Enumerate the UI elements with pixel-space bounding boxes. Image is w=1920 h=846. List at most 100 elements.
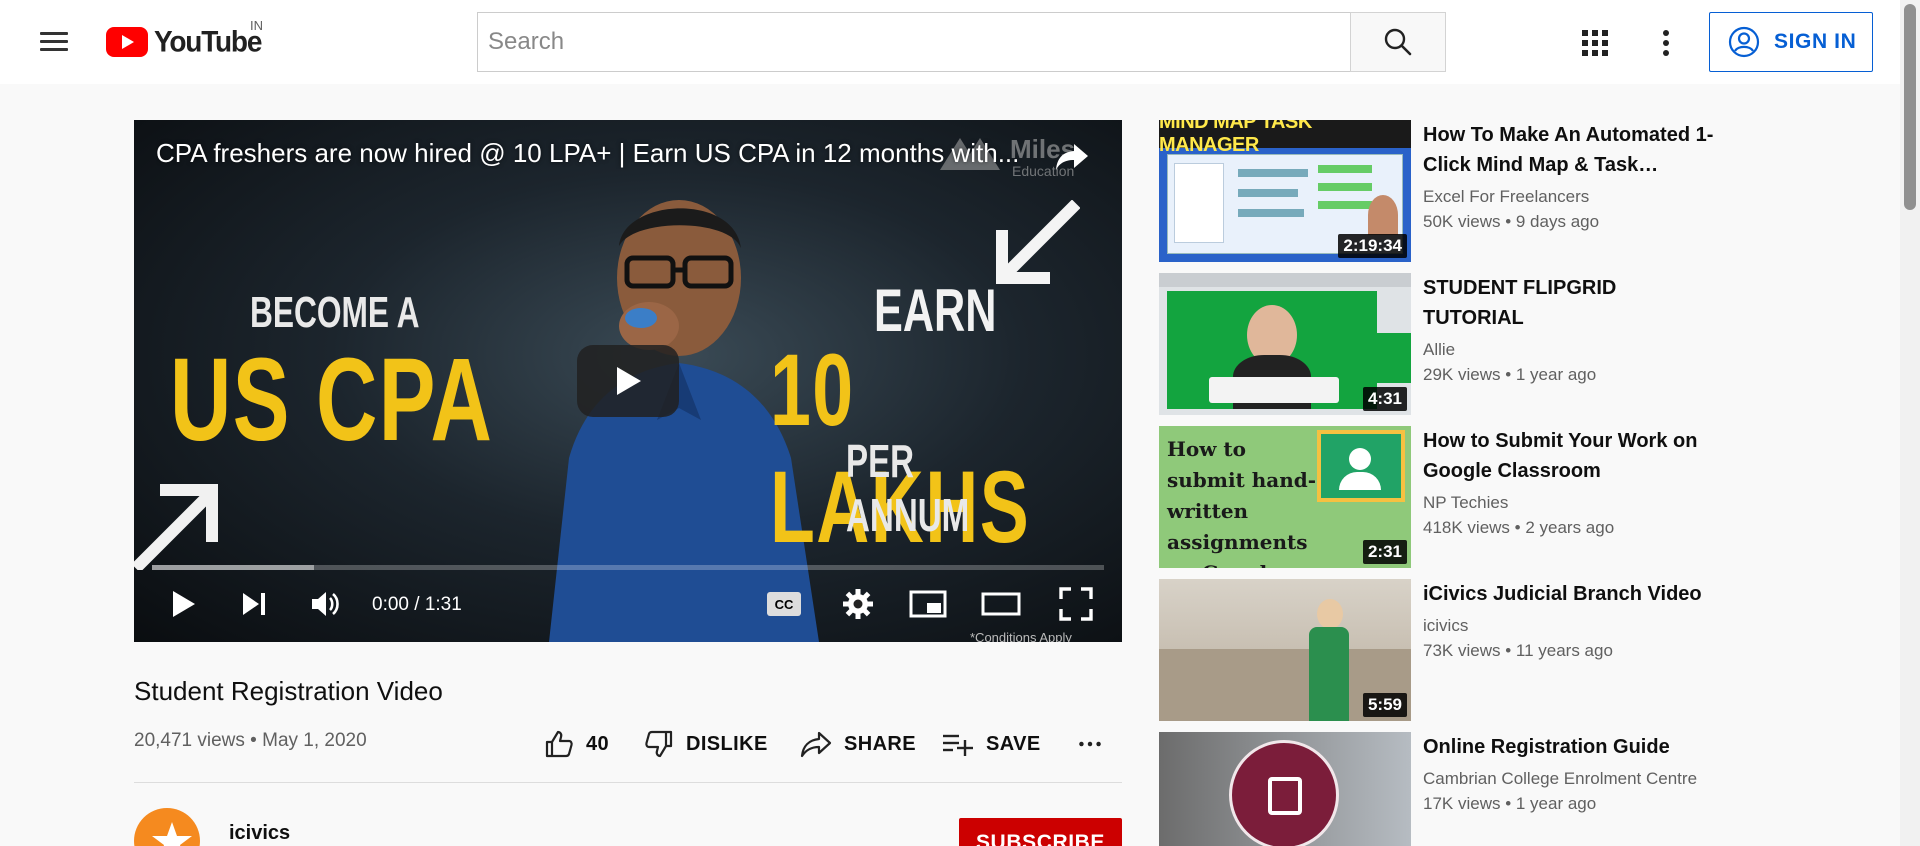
video-title[interactable]: How to Submit Your Work on Google Classr…	[1423, 426, 1719, 486]
closed-captions-icon: CC	[767, 592, 801, 616]
video-stats: 17K views • 1 year ago	[1423, 794, 1597, 813]
youtube-logo[interactable]: YouTube	[106, 24, 262, 60]
play-icon	[173, 591, 195, 617]
fullscreen-icon	[1059, 587, 1093, 621]
poster-text: *Conditions Apply	[970, 630, 1072, 642]
subscribe-button[interactable]: SUBSCRIBE	[959, 818, 1122, 846]
share-button[interactable]: SHARE	[800, 724, 916, 764]
video-title: Student Registration Video	[134, 676, 443, 706]
video-info: STUDENT FLIPGRID TUTORIAL Allie 29K view…	[1423, 273, 1719, 389]
recommended-video[interactable]: CAMBRIAN ENROLMENT CENTRE Online Registr…	[1159, 732, 1719, 846]
fullscreen-button[interactable]	[1054, 586, 1098, 622]
save-to-playlist-button[interactable]: SAVE	[942, 724, 1041, 764]
channel-name[interactable]: Allie	[1423, 339, 1719, 361]
search-input[interactable]	[477, 12, 1350, 72]
volume-icon	[312, 592, 339, 616]
video-title[interactable]: Online Registration Guide	[1423, 732, 1719, 762]
poster-text: PER ANNUM	[846, 435, 970, 541]
dislike-label: DISLIKE	[686, 732, 768, 755]
gear-icon	[843, 589, 873, 619]
video-title[interactable]: STUDENT FLIPGRID TUTORIAL	[1423, 273, 1719, 333]
more-horizontal-icon	[1079, 741, 1101, 747]
search-button[interactable]	[1350, 12, 1446, 72]
miniplayer-button[interactable]	[906, 586, 950, 622]
google-classroom-logo	[1317, 430, 1405, 502]
video-info: How to Submit Your Work on Google Classr…	[1423, 426, 1719, 542]
next-button[interactable]	[234, 586, 274, 622]
video-thumbnail[interactable]: 4:31	[1159, 273, 1411, 415]
play-icon	[617, 367, 641, 395]
skip-next-icon	[243, 593, 265, 615]
progress-bar[interactable]	[152, 565, 1104, 570]
video-stats: 50K views • 9 days ago	[1423, 212, 1600, 231]
video-title[interactable]: iCivics Judicial Branch Video	[1423, 579, 1719, 609]
video-views-date: 20,471 views • May 1, 2020	[134, 730, 367, 751]
progress-loaded	[152, 565, 314, 570]
mute-button[interactable]	[306, 586, 346, 622]
sign-in-button[interactable]: SIGN IN	[1709, 12, 1873, 72]
channel-name[interactable]: icivics	[1423, 615, 1719, 637]
thumbnail-presenter-graphic	[1307, 599, 1351, 721]
recommended-video[interactable]: 4:31 STUDENT FLIPGRID TUTORIAL Allie 29K…	[1159, 273, 1719, 415]
channel-name[interactable]: Excel For Freelancers	[1423, 186, 1719, 208]
large-play-button[interactable]	[577, 345, 679, 417]
share-label: SHARE	[844, 732, 917, 755]
save-label: SAVE	[986, 732, 1041, 755]
video-thumbnail[interactable]: MIND MAP TASK MANAGER 2:19:34	[1159, 120, 1411, 262]
youtube-logo-text: YouTube	[154, 25, 262, 58]
youtube-play-logo-icon	[106, 27, 148, 57]
svg-text:CC: CC	[775, 597, 794, 612]
account-circle-icon	[1728, 26, 1760, 58]
sign-in-label: SIGN IN	[1774, 30, 1857, 53]
recommended-video[interactable]: MIND MAP TASK MANAGER 2:19:34 How To Mak…	[1159, 120, 1719, 262]
search-bar	[477, 12, 1446, 72]
channel-name[interactable]: icivics	[229, 822, 290, 845]
video-info: How To Make An Automated 1-Click Mind Ma…	[1423, 120, 1719, 236]
channel-name[interactable]: Cambrian College Enrolment Centre	[1423, 768, 1719, 790]
dislike-button[interactable]: DISLIKE	[644, 724, 768, 764]
poster-text: BECOME A	[250, 288, 420, 337]
video-thumbnail[interactable]: How to submit hand-written assignments o…	[1159, 426, 1411, 568]
theater-mode-button[interactable]	[976, 586, 1026, 622]
video-thumbnail[interactable]: CAMBRIAN ENROLMENT CENTRE	[1159, 732, 1411, 846]
like-count: 40	[586, 732, 610, 755]
video-duration: 5:59	[1362, 693, 1407, 717]
video-duration: 2:19:34	[1338, 234, 1407, 258]
video-duration: 2:31	[1362, 540, 1407, 564]
channel-name[interactable]: NP Techies	[1423, 492, 1719, 514]
masthead: YouTube IN SIGN IN	[0, 0, 1900, 84]
share-arrow-icon[interactable]	[1054, 140, 1094, 176]
apps-grid-icon[interactable]	[1578, 26, 1612, 60]
page-scrollbar[interactable]	[1900, 0, 1920, 846]
video-stats: 73K views • 11 years ago	[1423, 641, 1613, 660]
settings-button[interactable]	[836, 586, 880, 622]
video-stats: 418K views • 2 years ago	[1423, 518, 1615, 537]
recommended-video[interactable]: How to submit hand-written assignments o…	[1159, 426, 1719, 568]
video-info: iCivics Judicial Branch Video icivics 73…	[1423, 579, 1719, 665]
time-display: 0:00 / 1:31	[372, 594, 462, 615]
play-button[interactable]	[164, 586, 204, 622]
poster-arrow-graphic	[134, 484, 218, 570]
player-overlay-title[interactable]: CPA freshers are now hired @ 10 LPA+ | E…	[156, 138, 1026, 169]
share-icon	[800, 731, 832, 758]
settings-more-icon[interactable]	[1656, 26, 1676, 60]
recommended-video[interactable]: 5:59 iCivics Judicial Branch Video icivi…	[1159, 579, 1719, 721]
like-button[interactable]: 40	[544, 724, 609, 764]
more-actions-button[interactable]	[1078, 724, 1114, 764]
captions-button[interactable]: CC	[762, 586, 806, 622]
poster-arrow-graphic	[996, 200, 1080, 284]
star-icon	[152, 822, 192, 846]
video-stats: 29K views • 1 year ago	[1423, 365, 1597, 384]
playlist-add-icon	[943, 734, 973, 756]
thumbnail-caption: MIND MAP TASK MANAGER	[1159, 120, 1312, 156]
video-title[interactable]: How To Make An Automated 1-Click Mind Ma…	[1423, 120, 1719, 180]
channel-avatar[interactable]	[134, 808, 200, 846]
thumbnail-greenscreen-graphic	[1167, 291, 1377, 409]
scrollbar-thumb[interactable]	[1904, 4, 1916, 210]
thumbs-up-icon	[545, 730, 573, 758]
guide-menu-icon[interactable]	[34, 26, 74, 58]
video-thumbnail[interactable]: 5:59	[1159, 579, 1411, 721]
video-player[interactable]: BECOME A US CPA EARN 10 LAKHS PER ANNUM …	[134, 120, 1122, 642]
theater-mode-icon	[981, 592, 1021, 616]
search-icon	[1384, 28, 1412, 56]
